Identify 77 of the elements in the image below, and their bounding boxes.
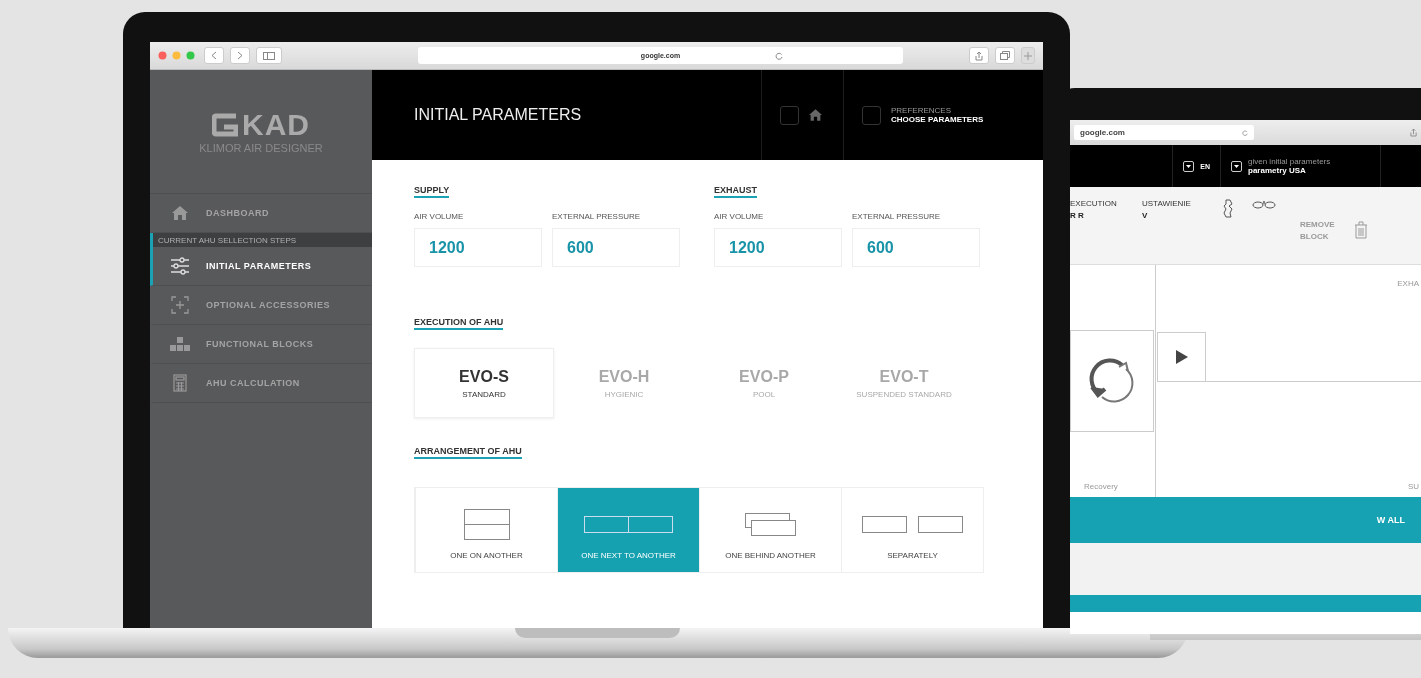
reload-icon[interactable] — [1242, 129, 1248, 136]
execution-option[interactable]: EVO-H HYGIENIC — [554, 348, 694, 418]
field-label: USTAWIENIE — [1142, 199, 1192, 208]
field-label: EXTERNAL PRESSURE — [852, 212, 942, 221]
forward-button[interactable] — [230, 47, 250, 64]
dropdown-icon[interactable] — [1231, 160, 1242, 172]
number-field[interactable]: 600 — [552, 228, 680, 267]
number-field[interactable]: 1200 — [414, 228, 542, 267]
share-button[interactable] — [969, 47, 989, 64]
exhaust-label: EXHA — [1397, 279, 1419, 288]
supply-label: SU — [1407, 482, 1419, 491]
stacked-rectangles-icon — [463, 509, 510, 541]
address-bar[interactable]: google.com — [1074, 125, 1254, 140]
page-title: INITIAL PARAMETERS — [413, 105, 583, 125]
number-field[interactable]: 600 — [852, 228, 980, 267]
section-heading: EXECUTION OF AHU — [414, 317, 504, 330]
preferences-caption: PREFERENCES — [891, 106, 952, 115]
field-label: EXTERNAL PRESSURE — [552, 212, 642, 221]
handle-icon[interactable] — [1222, 199, 1234, 219]
sidebar-item[interactable]: OPTIONAL ACCESSORIES — [150, 286, 372, 325]
preferences-value[interactable]: CHOOSE PARAMETERS — [891, 115, 984, 124]
field-label: AIR VOLUME — [714, 212, 765, 221]
logo-text: KAD — [242, 109, 310, 140]
sidebar-toggle-button[interactable] — [256, 47, 282, 64]
field-value: V — [1142, 211, 1149, 220]
remove-block-button[interactable]: REMOVE BLOCK — [1300, 219, 1344, 264]
sidebar-item[interactable]: INITIAL PARAMETERS — [150, 247, 372, 286]
field-label: AIR VOLUME — [414, 212, 465, 221]
calculator-icon — [173, 374, 187, 392]
section-heading: ARRANGEMENT OF AHU — [414, 446, 522, 459]
trash-icon[interactable] — [1354, 221, 1368, 239]
blocks-icon — [170, 337, 190, 351]
overlapping-rectangles-icon — [744, 513, 797, 537]
play-block[interactable] — [1157, 332, 1206, 382]
field-value: R R — [1070, 211, 1085, 220]
field-label: EXECUTION — [1070, 199, 1118, 208]
back-button[interactable] — [204, 47, 224, 64]
reload-icon[interactable] — [775, 51, 783, 60]
side-by-side-rectangles-icon — [583, 516, 674, 534]
plus-frame-icon — [171, 296, 189, 314]
tabs-button[interactable] — [995, 47, 1015, 64]
dropdown-toggle[interactable] — [780, 105, 799, 125]
tabs-icon — [1000, 51, 1010, 60]
preset-value[interactable]: parametry USA — [1248, 166, 1331, 175]
sliders-icon — [170, 257, 190, 275]
chevron-left-icon — [211, 51, 217, 60]
glasses-icon[interactable] — [1252, 199, 1276, 209]
dropdown-toggle[interactable] — [862, 105, 881, 125]
arrangement-option[interactable]: ONE NEXT TO ANOTHER — [557, 488, 699, 572]
new-tab-button[interactable] — [1021, 47, 1035, 64]
separate-rectangles-icon — [861, 516, 964, 534]
plus-icon — [1024, 51, 1032, 60]
preset-caption: given initial parameters — [1248, 157, 1331, 166]
share-icon[interactable] — [1410, 128, 1417, 137]
execution-option[interactable]: EVO-T SUSPENDED STANDARD — [834, 348, 974, 418]
arrangement-option[interactable]: ONE BEHIND ANOTHER — [699, 488, 841, 572]
share-icon — [975, 50, 983, 61]
circular-arrows-icon — [1088, 357, 1136, 405]
block-caption: Recovery — [1084, 482, 1118, 491]
dropdown-icon[interactable] — [1183, 160, 1195, 172]
section-heading: EXHAUST — [714, 185, 757, 198]
home-icon — [172, 206, 188, 220]
play-icon — [1175, 350, 1188, 364]
sidebar-icon — [263, 51, 275, 60]
section-heading: SUPPLY — [414, 185, 450, 198]
arrangement-option[interactable]: SEPARATELY — [841, 488, 983, 572]
number-field[interactable]: 1200 — [714, 228, 842, 267]
home-icon[interactable] — [809, 109, 822, 121]
show-all-button[interactable]: W ALL — [1070, 497, 1421, 543]
section-label: CURRENT AHU SELLECTION STEPS — [150, 233, 372, 247]
sidebar-item[interactable]: FUNCTIONAL BLOCKS — [150, 325, 372, 364]
execution-option[interactable]: EVO-P POOL — [694, 348, 834, 418]
recovery-block[interactable] — [1070, 330, 1154, 432]
logo-mark-icon — [212, 112, 238, 137]
sidebar-item[interactable]: AHU CALCULATION — [150, 364, 372, 403]
execution-option[interactable]: EVO-S STANDARD — [414, 348, 554, 418]
chevron-right-icon — [237, 51, 243, 60]
